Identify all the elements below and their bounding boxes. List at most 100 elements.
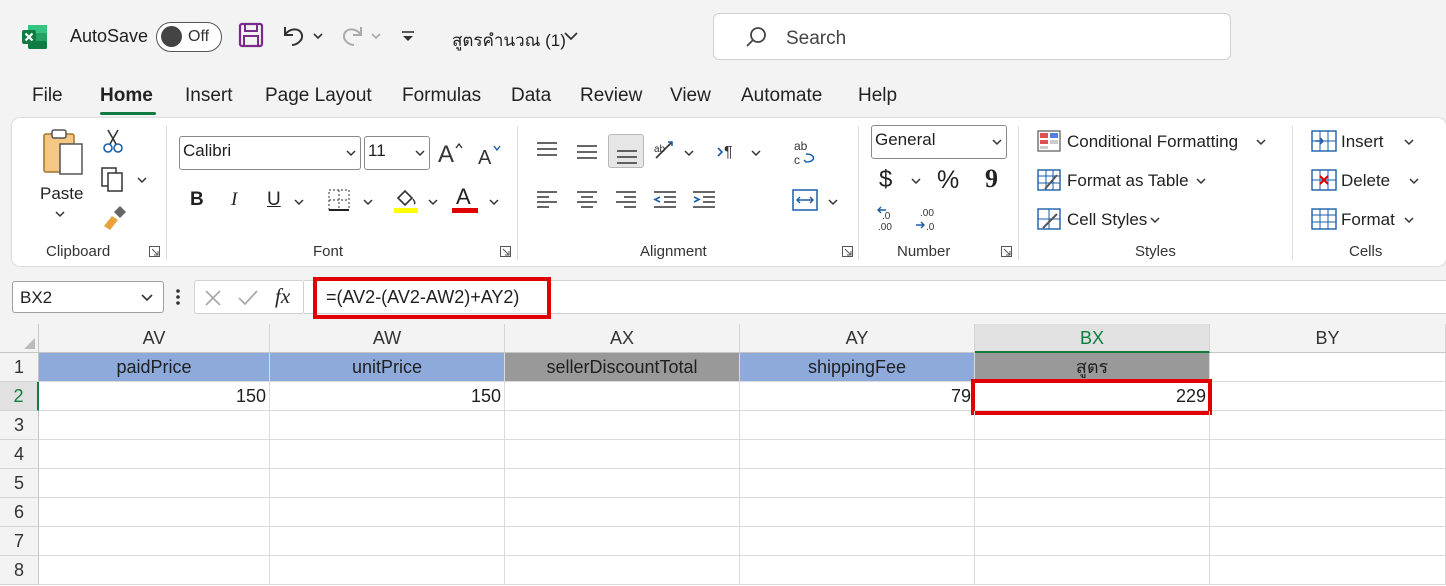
format-painter-icon[interactable] xyxy=(100,204,128,230)
bottom-align-button[interactable] xyxy=(608,134,644,168)
underline-button[interactable]: U xyxy=(267,189,281,211)
select-all-corner[interactable] xyxy=(0,324,39,353)
empty-cell[interactable] xyxy=(270,469,505,498)
empty-cell[interactable] xyxy=(975,411,1210,440)
format-as-table-button[interactable]: Format as Table xyxy=(1067,171,1189,191)
cell-by1[interactable] xyxy=(1210,353,1446,382)
tab-page-layout[interactable]: Page Layout xyxy=(265,85,372,107)
font-launcher-icon[interactable] xyxy=(500,246,511,257)
tab-data[interactable]: Data xyxy=(511,85,551,107)
cell-av1[interactable]: paidPrice xyxy=(39,353,270,382)
empty-cell[interactable] xyxy=(975,527,1210,556)
borders-dropdown-icon[interactable] xyxy=(363,197,373,207)
empty-cell[interactable] xyxy=(39,498,270,527)
empty-cell[interactable] xyxy=(1210,556,1446,585)
redo-dropdown-icon[interactable] xyxy=(370,22,382,50)
empty-cell[interactable] xyxy=(1210,440,1446,469)
insert-function-button[interactable]: fx xyxy=(275,284,290,309)
delete-cells-button[interactable]: Delete xyxy=(1341,171,1390,191)
paste-label[interactable]: Paste xyxy=(40,184,83,204)
cell-styles-button[interactable]: Cell Styles xyxy=(1067,210,1147,230)
cell-av2[interactable]: 150 xyxy=(39,382,270,411)
cut-icon[interactable] xyxy=(102,128,124,154)
row-header-4[interactable]: 4 xyxy=(0,440,39,469)
insert-cells-icon[interactable] xyxy=(1311,130,1337,152)
column-header-av[interactable]: AV xyxy=(39,324,270,353)
cell-ay2[interactable]: 79 xyxy=(740,382,975,411)
increase-font-size-icon[interactable]: A xyxy=(438,138,464,166)
empty-cell[interactable] xyxy=(39,469,270,498)
empty-cell[interactable] xyxy=(505,469,740,498)
currency-dropdown-icon[interactable] xyxy=(911,176,921,186)
italic-button[interactable]: I xyxy=(231,189,237,211)
delete-cells-icon[interactable] xyxy=(1311,169,1337,191)
format-as-table-chevron-icon[interactable] xyxy=(1196,176,1206,186)
paragraph-direction-icon[interactable]: ¶ xyxy=(716,140,744,164)
copy-dropdown-icon[interactable] xyxy=(136,174,148,186)
fill-color-dropdown-icon[interactable] xyxy=(428,197,438,207)
redo-icon[interactable] xyxy=(338,22,366,50)
cell-ax2[interactable] xyxy=(505,382,740,411)
paste-dropdown-icon[interactable] xyxy=(54,208,66,220)
cell-ay1[interactable]: shippingFee xyxy=(740,353,975,382)
cell-styles-icon[interactable] xyxy=(1037,208,1061,230)
tab-help[interactable]: Help xyxy=(858,85,897,107)
decrease-decimal-icon[interactable]: .00.0 xyxy=(914,206,942,232)
empty-cell[interactable] xyxy=(270,498,505,527)
empty-cell[interactable] xyxy=(740,411,975,440)
number-format-dropdown[interactable]: General xyxy=(871,125,1007,159)
customize-toolbar-icon[interactable] xyxy=(398,22,418,50)
column-header-ay[interactable]: AY xyxy=(740,324,975,353)
empty-cell[interactable] xyxy=(505,498,740,527)
empty-cell[interactable] xyxy=(1210,469,1446,498)
copy-icon[interactable] xyxy=(100,166,128,192)
tab-insert[interactable]: Insert xyxy=(185,85,233,107)
title-chevron-down-icon[interactable] xyxy=(562,22,580,50)
row-header-2[interactable]: 2 xyxy=(0,382,39,411)
decrease-indent-icon[interactable] xyxy=(652,190,678,210)
enter-icon[interactable] xyxy=(237,288,259,308)
search-box[interactable]: Search xyxy=(713,13,1231,60)
tab-view[interactable]: View xyxy=(670,85,711,107)
empty-cell[interactable] xyxy=(270,411,505,440)
empty-cell[interactable] xyxy=(39,527,270,556)
row-header-6[interactable]: 6 xyxy=(0,498,39,527)
font-color-button[interactable]: A xyxy=(456,184,471,210)
fill-color-icon[interactable] xyxy=(392,186,420,214)
increase-decimal-icon[interactable]: .0.00 xyxy=(876,206,904,232)
save-icon[interactable] xyxy=(238,22,266,50)
empty-cell[interactable] xyxy=(505,411,740,440)
middle-align-icon[interactable] xyxy=(575,142,599,162)
cancel-icon[interactable] xyxy=(203,288,223,308)
empty-cell[interactable] xyxy=(505,556,740,585)
orientation-icon[interactable]: ab xyxy=(652,138,680,164)
insert-chevron-icon[interactable] xyxy=(1404,137,1414,147)
empty-cell[interactable] xyxy=(1210,411,1446,440)
more-options-icon[interactable] xyxy=(175,287,181,307)
orientation-dropdown-icon[interactable] xyxy=(684,148,694,158)
format-cells-button[interactable]: Format xyxy=(1341,210,1395,230)
name-box[interactable]: BX2 xyxy=(12,281,164,313)
top-align-icon[interactable] xyxy=(535,140,559,160)
percent-button[interactable]: % xyxy=(937,166,959,195)
conditional-formatting-icon[interactable] xyxy=(1037,130,1061,152)
format-as-table-icon[interactable] xyxy=(1037,169,1061,191)
column-header-aw[interactable]: AW xyxy=(270,324,505,353)
cell-aw2[interactable]: 150 xyxy=(270,382,505,411)
empty-cell[interactable] xyxy=(270,527,505,556)
underline-dropdown-icon[interactable] xyxy=(294,197,304,207)
empty-cell[interactable] xyxy=(505,527,740,556)
conditional-formatting-button[interactable]: Conditional Formatting xyxy=(1067,132,1238,152)
undo-icon[interactable] xyxy=(280,22,308,50)
cell-bx1[interactable]: สูตร xyxy=(975,353,1210,382)
column-header-bx[interactable]: BX xyxy=(975,324,1210,353)
empty-cell[interactable] xyxy=(975,498,1210,527)
empty-cell[interactable] xyxy=(1210,498,1446,527)
merge-dropdown-icon[interactable] xyxy=(828,197,838,207)
decrease-font-size-icon[interactable]: A xyxy=(478,140,504,168)
currency-button[interactable]: $ xyxy=(879,166,892,194)
empty-cell[interactable] xyxy=(975,556,1210,585)
autosave-toggle[interactable]: Off xyxy=(156,22,222,52)
empty-cell[interactable] xyxy=(740,440,975,469)
delete-chevron-icon[interactable] xyxy=(1409,176,1419,186)
